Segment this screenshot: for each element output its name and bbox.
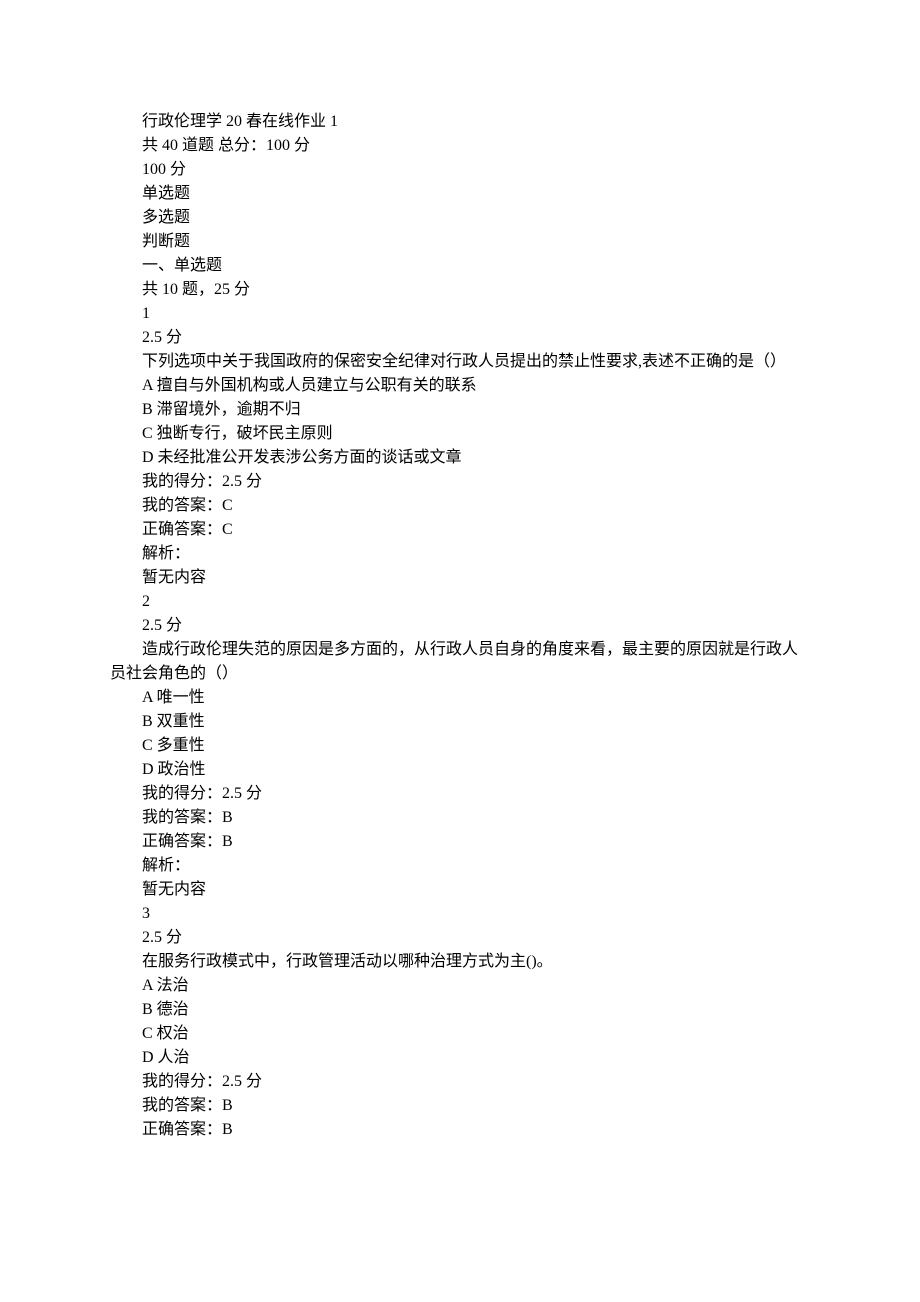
q2-my-score: 我的得分：2.5 分	[110, 782, 810, 806]
type-single-choice: 单选题	[110, 182, 810, 206]
q2-option-b: B 双重性	[110, 710, 810, 734]
q3-option-d: D 人治	[110, 1046, 810, 1070]
q1-option-a: A 擅自与外国机构或人员建立与公职有关的联系	[110, 374, 810, 398]
q1-option-c: C 独断专行，破坏民主原则	[110, 422, 810, 446]
q3-option-b: B 德治	[110, 998, 810, 1022]
q2-number: 2	[110, 590, 810, 614]
q2-stem: 造成行政伦理失范的原因是多方面的，从行政人员自身的角度来看，最主要的原因就是行政…	[110, 638, 810, 686]
q1-option-d: D 未经批准公开发表涉公务方面的谈话或文章	[110, 446, 810, 470]
q1-correct-answer: 正确答案：C	[110, 518, 810, 542]
type-judge: 判断题	[110, 230, 810, 254]
q2-correct-answer: 正确答案：B	[110, 830, 810, 854]
q1-explain-label: 解析：	[110, 542, 810, 566]
q3-points: 2.5 分	[110, 926, 810, 950]
q1-points: 2.5 分	[110, 326, 810, 350]
q1-option-b: B 滞留境外，逾期不归	[110, 398, 810, 422]
q2-explain-label: 解析：	[110, 854, 810, 878]
assignment-title: 行政伦理学 20 春在线作业 1	[110, 110, 810, 134]
section-1-subtitle: 共 10 题，25 分	[110, 278, 810, 302]
q1-stem: 下列选项中关于我国政府的保密安全纪律对行政人员提出的禁止性要求,表述不正确的是（…	[110, 350, 810, 374]
q1-explain-body: 暂无内容	[110, 566, 810, 590]
q3-my-score: 我的得分：2.5 分	[110, 1070, 810, 1094]
q2-explain-body: 暂无内容	[110, 878, 810, 902]
question-count-total: 共 40 道题 总分：100 分	[110, 134, 810, 158]
q2-points: 2.5 分	[110, 614, 810, 638]
type-multi-choice: 多选题	[110, 206, 810, 230]
q3-number: 3	[110, 902, 810, 926]
q3-option-c: C 权治	[110, 1022, 810, 1046]
q2-option-a: A 唯一性	[110, 686, 810, 710]
q3-stem: 在服务行政模式中，行政管理活动以哪种治理方式为主()。	[110, 950, 810, 974]
q3-correct-answer: 正确答案：B	[110, 1118, 810, 1142]
q1-my-answer: 我的答案：C	[110, 494, 810, 518]
q2-option-d: D 政治性	[110, 758, 810, 782]
q2-option-c: C 多重性	[110, 734, 810, 758]
q1-my-score: 我的得分：2.5 分	[110, 470, 810, 494]
q3-option-a: A 法治	[110, 974, 810, 998]
q1-number: 1	[110, 302, 810, 326]
document-page: 行政伦理学 20 春在线作业 1 共 40 道题 总分：100 分 100 分 …	[0, 0, 920, 1302]
q2-my-answer: 我的答案：B	[110, 806, 810, 830]
section-1-title: 一、单选题	[110, 254, 810, 278]
q3-my-answer: 我的答案：B	[110, 1094, 810, 1118]
score-line: 100 分	[110, 158, 810, 182]
